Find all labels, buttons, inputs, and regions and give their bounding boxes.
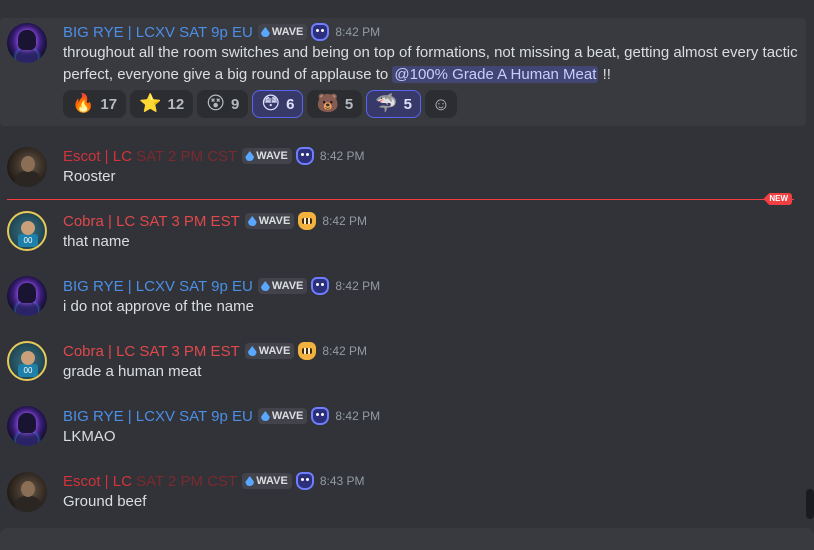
timestamp: 8:42 PM	[319, 149, 365, 163]
bear-role-icon	[295, 472, 314, 490]
wave-drop-icon	[247, 346, 257, 356]
message[interactable]: Cobra | LC SAT 3 PM EST WAVE 8:42 PM tha…	[0, 211, 814, 253]
clan-tag[interactable]: WAVE	[242, 473, 292, 489]
avatar[interactable]	[7, 406, 47, 446]
dizzy-face-emoji-icon: 😵	[206, 93, 225, 114]
timestamp: 8:43 PM	[319, 474, 365, 488]
message-composer[interactable]	[0, 528, 814, 550]
fire-emoji-icon: 🔥	[72, 93, 95, 114]
wave-drop-icon	[245, 151, 255, 161]
wave-drop-icon	[260, 281, 270, 291]
shiro-sticker-emoji-icon: 🐻	[316, 93, 339, 114]
timestamp: 8:42 PM	[335, 279, 381, 293]
star-emoji-icon: ⭐	[139, 93, 162, 114]
username[interactable]: Cobra | LC SAT 3 PM EST	[63, 343, 240, 360]
bear-role-icon	[311, 23, 330, 41]
avatar[interactable]	[7, 341, 47, 381]
reaction-shark[interactable]: 🦈 5	[366, 90, 421, 118]
reaction-fire[interactable]: 🔥 17	[63, 90, 127, 118]
username[interactable]: BIG RYE | LCXV SAT 9p EU	[63, 24, 253, 41]
username[interactable]: Escot | LC SAT 2 PM CST	[63, 148, 237, 165]
username[interactable]: BIG RYE | LCXV SAT 9p EU	[63, 278, 253, 295]
user-mention[interactable]: @100% Grade A Human Meat	[392, 66, 599, 83]
wave-drop-icon	[245, 476, 255, 486]
timestamp: 8:42 PM	[322, 214, 368, 228]
message-content: grade a human meat	[63, 363, 202, 380]
timestamp: 8:42 PM	[335, 409, 381, 423]
tiger-role-icon	[298, 342, 317, 360]
username[interactable]: Escot | LC SAT 2 PM CST	[63, 473, 237, 490]
bear-role-icon	[311, 407, 330, 425]
clan-tag[interactable]: WAVE	[242, 148, 292, 164]
message-content: LKMAO	[63, 428, 116, 445]
chat-message-list: BIG RYE | LCXV SAT 9p EU WAVE 8:42 PM th…	[0, 0, 814, 550]
message[interactable]: BIG RYE | LCXV SAT 9p EU WAVE 8:42 PM i …	[0, 276, 814, 318]
wave-drop-icon	[260, 27, 270, 37]
new-messages-badge: NEW	[763, 193, 792, 205]
clan-tag[interactable]: WAVE	[257, 24, 308, 40]
clan-tag[interactable]: WAVE	[257, 278, 308, 294]
message-content: i do not approve of the name	[63, 298, 254, 315]
message[interactable]: Escot | LC SAT 2 PM CST WAVE 8:42 PM Roo…	[0, 146, 814, 188]
new-messages-divider	[7, 199, 794, 200]
reactions-bar: 🔥 17 ⭐ 12 😵 9 😳 6 🐻 5 🦈 5 ☺	[63, 90, 806, 118]
avatar[interactable]	[7, 23, 47, 63]
message-content: Ground beef	[63, 493, 147, 510]
reaction-dizzy[interactable]: 😵 9	[197, 90, 249, 118]
timestamp: 8:42 PM	[322, 344, 368, 358]
message-content: that name	[63, 233, 130, 250]
timestamp: 8:42 PM	[335, 25, 381, 39]
message-content: Rooster	[63, 168, 116, 185]
message-highlighted[interactable]: BIG RYE | LCXV SAT 9p EU WAVE 8:42 PM th…	[0, 18, 806, 126]
avatar[interactable]	[7, 472, 47, 512]
message[interactable]: Escot | LC SAT 2 PM CST WAVE 8:43 PM Gro…	[0, 471, 814, 513]
message-content: throughout all the room switches and bei…	[63, 44, 798, 83]
reaction-flushed[interactable]: 😳 6	[252, 90, 304, 118]
message[interactable]: Cobra | LC SAT 3 PM EST WAVE 8:42 PM gra…	[0, 341, 814, 383]
flushed-face-emoji-icon: 😳	[261, 93, 281, 114]
username[interactable]: BIG RYE | LCXV SAT 9p EU	[63, 408, 253, 425]
scrollbar-thumb[interactable]	[806, 489, 814, 519]
avatar[interactable]	[7, 276, 47, 316]
bear-role-icon	[295, 147, 314, 165]
wave-drop-icon	[260, 411, 270, 421]
tiger-role-icon	[298, 212, 317, 230]
avatar[interactable]	[7, 147, 47, 187]
message[interactable]: BIG RYE | LCXV SAT 9p EU WAVE 8:42 PM LK…	[0, 406, 814, 448]
reaction-shiro[interactable]: 🐻 5	[307, 90, 363, 118]
reaction-star[interactable]: ⭐ 12	[130, 90, 194, 118]
avatar[interactable]	[7, 211, 47, 251]
username[interactable]: Cobra | LC SAT 3 PM EST	[63, 213, 240, 230]
clan-tag[interactable]: WAVE	[257, 408, 308, 424]
wave-drop-icon	[247, 216, 257, 226]
clan-tag[interactable]: WAVE	[244, 213, 295, 229]
add-reaction-icon[interactable]: ☺	[424, 90, 457, 118]
clan-tag[interactable]: WAVE	[244, 343, 295, 359]
bear-role-icon	[311, 277, 330, 295]
shark-emoji-icon: 🦈	[375, 93, 398, 114]
